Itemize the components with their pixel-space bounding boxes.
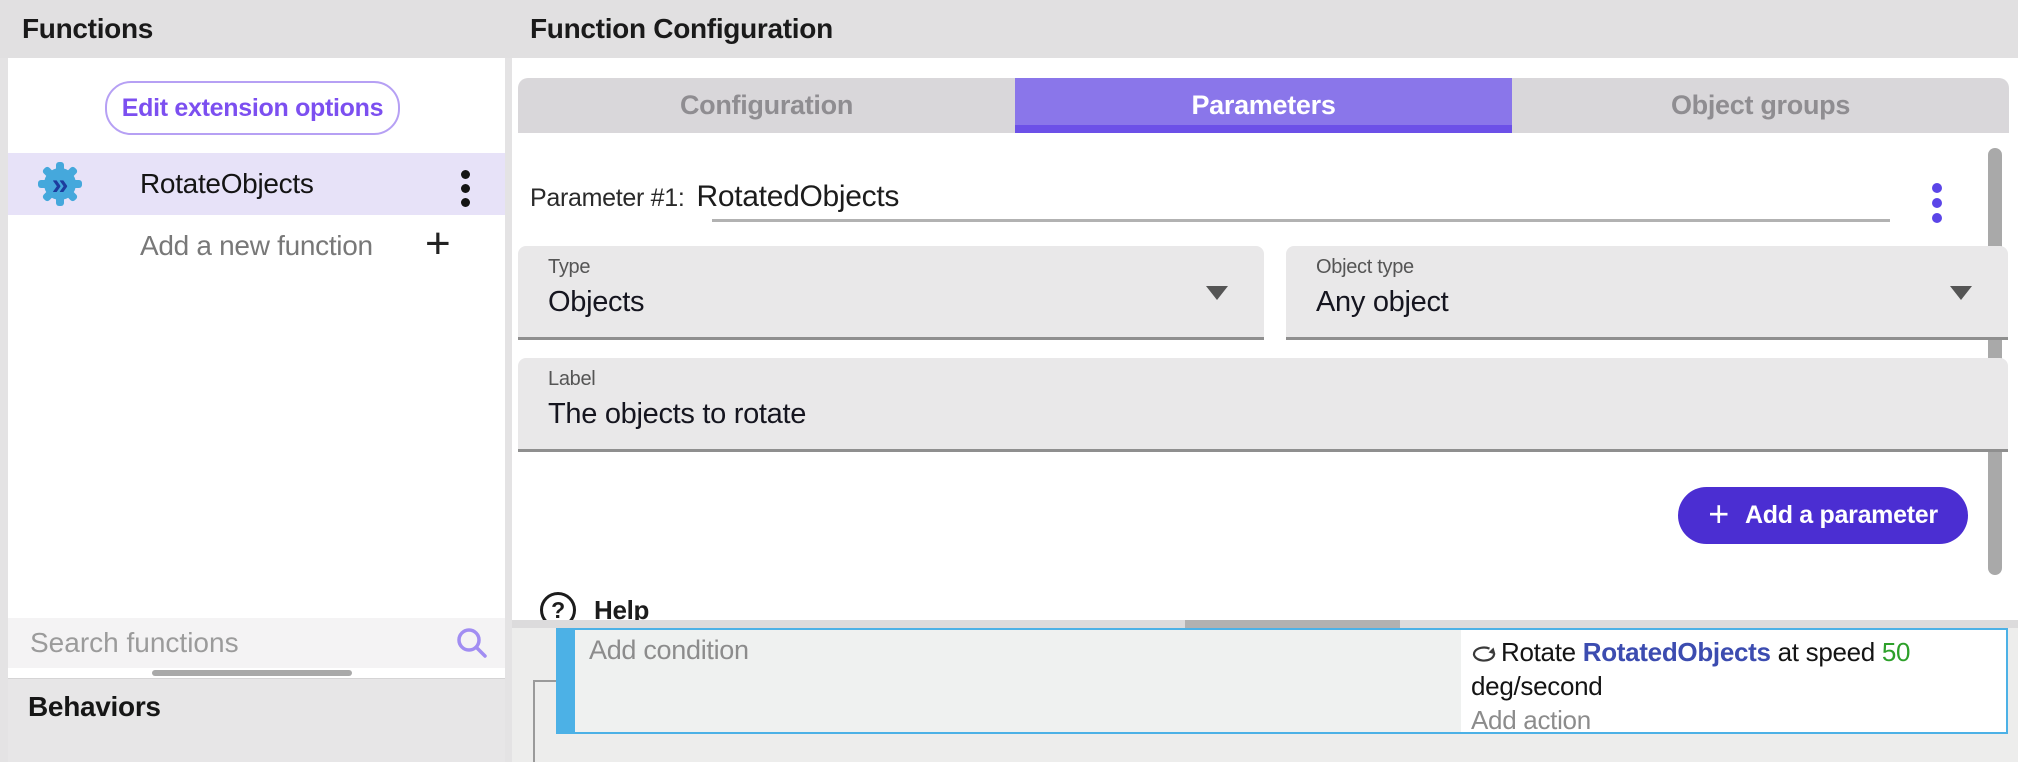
parameter-name-input[interactable]: RotatedObjects [697,180,900,214]
object-type-field-label: Object type [1316,256,1414,279]
tab-configuration-label: Configuration [680,90,853,121]
parameter-label-input[interactable]: Label The objects to rotate [518,358,2008,452]
plus-icon: + [425,220,450,268]
action-suffix: deg/second [1471,669,2006,703]
function-name-label: RotateObjects [140,168,314,200]
function-list-item-rotateobjects[interactable]: » RotateObjects [8,153,505,215]
event-conditions-area[interactable]: Add condition [575,630,1461,732]
tab-object-groups[interactable]: Object groups [1512,78,2009,133]
horizontal-scrollbar-thumb[interactable] [152,670,352,676]
parameter-type-select[interactable]: Type Objects [518,246,1264,340]
function-configuration-panel: Configuration Parameters Object groups P… [512,58,2018,620]
subevent-indent-line [533,680,535,762]
function-configuration-title: Function Configuration [530,13,833,45]
parameter-name-underline [712,219,1890,222]
function-context-menu-icon[interactable] [461,170,470,207]
edit-extension-options-button[interactable]: Edit extension options [105,81,400,135]
action-speed-value: 50 [1882,637,1910,667]
add-condition-link[interactable]: Add condition [589,635,749,665]
object-type-field-value: Any object [1316,286,1448,319]
event-row[interactable]: Add condition Rotate RotatedObjects at s… [556,628,2008,734]
plus-icon: + [1708,493,1729,535]
action-middle: at speed [1771,637,1882,667]
panel-headers: Functions Function Configuration [0,0,2018,58]
search-icon[interactable] [455,626,489,660]
functions-panel-title: Functions [22,13,153,45]
events-sheet-panel: Add condition Rotate RotatedObjects at s… [512,620,2018,762]
events-horizontal-scrollbar [512,620,2018,628]
events-scrollbar-thumb[interactable] [1185,620,1400,628]
search-functions-input[interactable] [30,622,430,664]
label-field-label: Label [548,368,595,391]
functions-sidebar: Edit extension options » RotateObjects A… [8,58,505,762]
action-object-name: RotatedObjects [1583,637,1771,667]
search-functions-bar [8,618,505,668]
tab-parameters-label: Parameters [1191,90,1335,121]
action-sentence[interactable]: Rotate RotatedObjects at speed 50 [1471,635,2006,669]
tab-parameters[interactable]: Parameters [1015,78,1512,133]
action-prefix: Rotate [1501,637,1583,667]
label-field-value: The objects to rotate [548,398,806,431]
behaviors-section-header[interactable]: Behaviors [8,678,505,762]
type-field-value: Objects [548,286,644,319]
behaviors-label: Behaviors [28,691,161,723]
parameter-number-label: Parameter #1: [530,184,685,213]
tab-object-groups-label: Object groups [1671,90,1850,121]
type-field-label: Type [548,256,590,279]
add-parameter-label: Add a parameter [1745,501,1938,530]
add-new-function-row[interactable]: Add a new function + [8,222,505,272]
add-action-link[interactable]: Add action [1471,703,2006,737]
chevron-down-icon [1950,286,1972,300]
event-actions-area[interactable]: Rotate RotatedObjects at speed 50 deg/se… [1461,630,2006,732]
add-function-label: Add a new function [140,230,373,262]
rotate-icon [1471,644,1497,664]
tab-configuration[interactable]: Configuration [518,78,1015,133]
object-type-select[interactable]: Object type Any object [1286,246,2008,340]
event-selected-handle[interactable] [558,630,575,732]
gdevelop-extension-editor: Functions Function Configuration Edit ex… [0,0,2018,762]
parameter-name-row: Parameter #1: RotatedObjects [530,180,899,214]
parameter-options-menu-icon[interactable] [1932,183,1942,223]
svg-text:»: » [52,168,68,201]
function-gear-icon: » [36,160,84,208]
chevron-down-icon [1206,286,1228,300]
add-parameter-button[interactable]: + Add a parameter [1678,487,1968,544]
configuration-tabbar: Configuration Parameters Object groups [518,78,2009,133]
edit-extension-options-label: Edit extension options [122,94,383,123]
